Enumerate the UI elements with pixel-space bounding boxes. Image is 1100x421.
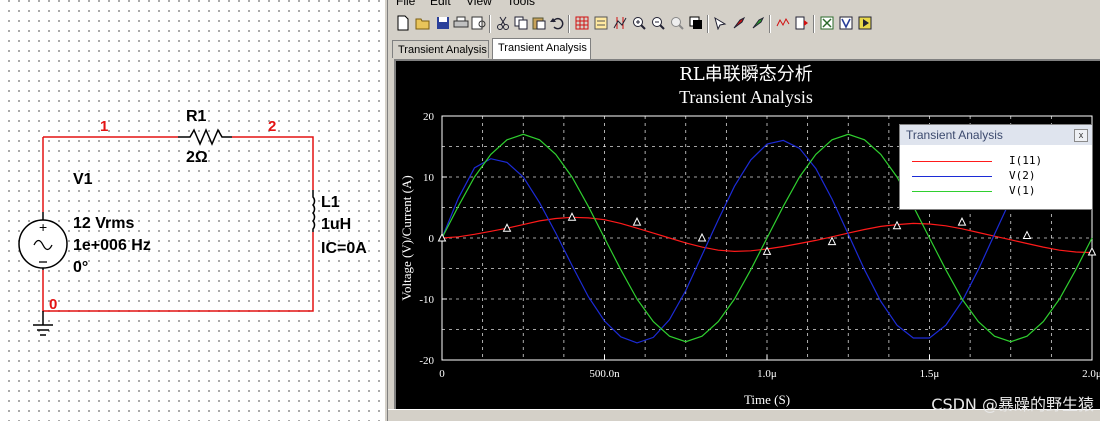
source-amplitude[interactable]: 12 Vrms — [73, 215, 134, 233]
resistor-r1-symbol[interactable] — [178, 128, 232, 146]
series-marker-i11 — [1022, 230, 1032, 240]
excel-icon[interactable] — [819, 15, 835, 31]
legend-swatch-v1 — [912, 191, 992, 192]
legend-entry-v2[interactable]: V(2) — [900, 169, 1092, 183]
inductor-l1-symbol[interactable] — [311, 190, 316, 232]
menu-tools[interactable]: Tools — [507, 0, 535, 8]
legend-swatch-i11 — [912, 161, 992, 162]
zoom-full-icon[interactable] — [669, 15, 685, 31]
watermark-text: CSDN @暴躁的野生猿 — [931, 395, 1094, 414]
tab-transient-analysis-2[interactable]: Transient Analysis — [492, 38, 591, 59]
run-icon[interactable] — [857, 15, 873, 31]
resistor-ref[interactable]: R1 — [186, 108, 206, 126]
y-tick-label: 10 — [423, 172, 435, 184]
zoom-in-icon[interactable] — [631, 15, 647, 31]
legend-swatch-v2 — [912, 176, 992, 177]
source-phase[interactable]: 0° — [73, 259, 88, 277]
inductor-initial-condition[interactable]: IC=0A — [321, 240, 367, 258]
legend-title[interactable]: Transient Analysis — [900, 125, 1092, 145]
overlay-icon[interactable] — [775, 15, 791, 31]
x-tick-label: 0 — [439, 368, 445, 380]
menu-edit[interactable]: Edit — [430, 0, 451, 8]
x-tick-label: 1.0μ — [757, 368, 777, 380]
legend-icon[interactable] — [593, 15, 609, 31]
y-tick-label: -10 — [419, 294, 434, 306]
legend-label-v1: V(1) — [1009, 184, 1036, 197]
cut-icon[interactable] — [495, 15, 511, 31]
node-label-2: 2 — [268, 118, 277, 135]
tab-transient-analysis-1[interactable]: Transient Analysis — [392, 40, 489, 58]
add-trace-icon[interactable] — [750, 15, 766, 31]
schematic-canvas[interactable]: + 1 2 0 R1 2Ω L1 1uH IC=0A V1 12 Vrms 1e… — [0, 0, 384, 421]
series-marker-i11 — [1087, 246, 1097, 256]
labview-icon[interactable] — [838, 15, 854, 31]
transient-chart: 0 500.0n 1.0μ 1.5μ 2.0μ-20-1001020RL串联瞬态分析Tr… — [399, 64, 1100, 407]
menu-file[interactable]: File — [396, 0, 415, 8]
print-preview-icon[interactable] — [471, 15, 487, 31]
copy-icon[interactable] — [513, 15, 529, 31]
select-trace-icon[interactable] — [712, 15, 728, 31]
svg-text:+: + — [39, 219, 47, 235]
toolbar — [388, 12, 1100, 36]
plot-area[interactable]: 0 500.0n 1.0μ 1.5μ 2.0μ -20 -10 0 10 20 RL串联瞬态分析 Tr… — [394, 59, 1100, 409]
inductor-ref[interactable]: L1 — [321, 194, 340, 212]
save-icon[interactable] — [435, 15, 451, 31]
grid-icon[interactable] — [574, 15, 590, 31]
y-tick-label: 0 — [429, 233, 435, 245]
x-tick-label: 1.5μ — [920, 368, 940, 380]
paste-icon[interactable] — [531, 15, 547, 31]
series-marker-i11 — [957, 217, 967, 226]
legend-entry-v1[interactable]: V(1) — [900, 184, 1092, 198]
chart-subtitle: Transient Analysis — [679, 87, 813, 107]
resistor-value[interactable]: 2Ω — [186, 149, 208, 167]
print-icon[interactable] — [453, 15, 469, 31]
new-icon[interactable] — [395, 15, 411, 31]
properties-icon[interactable] — [731, 15, 747, 31]
undo-icon[interactable] — [549, 15, 565, 31]
wire-node-2[interactable] — [232, 136, 314, 190]
analysis-tabs: Transient Analysis Transient Analysis — [388, 38, 1100, 60]
zoom-out-icon[interactable] — [650, 15, 666, 31]
menu-bar: File Edit View Tools — [388, 0, 1100, 8]
legend-label-i11: I(11) — [1009, 154, 1043, 167]
open-icon[interactable] — [415, 15, 431, 31]
reverse-colors-icon[interactable] — [688, 15, 704, 31]
y-tick-label: -20 — [419, 355, 434, 367]
series-marker-i11 — [697, 232, 707, 242]
close-icon[interactable]: x — [1074, 129, 1088, 142]
x-axis-label: Time (S) — [744, 392, 790, 407]
menu-view[interactable]: View — [466, 0, 492, 8]
node-label-1: 1 — [100, 118, 109, 135]
chart-title: RL串联瞬态分析 — [679, 64, 813, 85]
source-ref[interactable]: V1 — [73, 171, 93, 189]
y-axis-label: Voltage (V)/Current (A) — [399, 175, 414, 300]
source-frequency[interactable]: 1e+006 Hz — [73, 237, 151, 255]
series-marker-i11 — [827, 236, 837, 246]
x-tick-label: 500.0n — [589, 368, 620, 380]
legend-entry-i11[interactable]: I(11) — [900, 154, 1092, 168]
node-label-0: 0 — [49, 296, 58, 313]
inductor-value[interactable]: 1uH — [321, 216, 351, 234]
series-marker-i11 — [632, 217, 642, 226]
series-marker-i11 — [567, 212, 577, 221]
cursors-icon[interactable] — [612, 15, 628, 31]
legend-label-v2: V(2) — [1009, 169, 1036, 182]
export-icon[interactable] — [794, 15, 810, 31]
y-tick-label: 20 — [423, 111, 435, 123]
grapher-window: File Edit View Tools Transient Analysis … — [388, 0, 1100, 421]
legend-panel[interactable]: Transient Analysis x I(11) V(2) V(1) — [899, 124, 1093, 210]
x-tick-label: 2.0μ — [1082, 368, 1100, 380]
